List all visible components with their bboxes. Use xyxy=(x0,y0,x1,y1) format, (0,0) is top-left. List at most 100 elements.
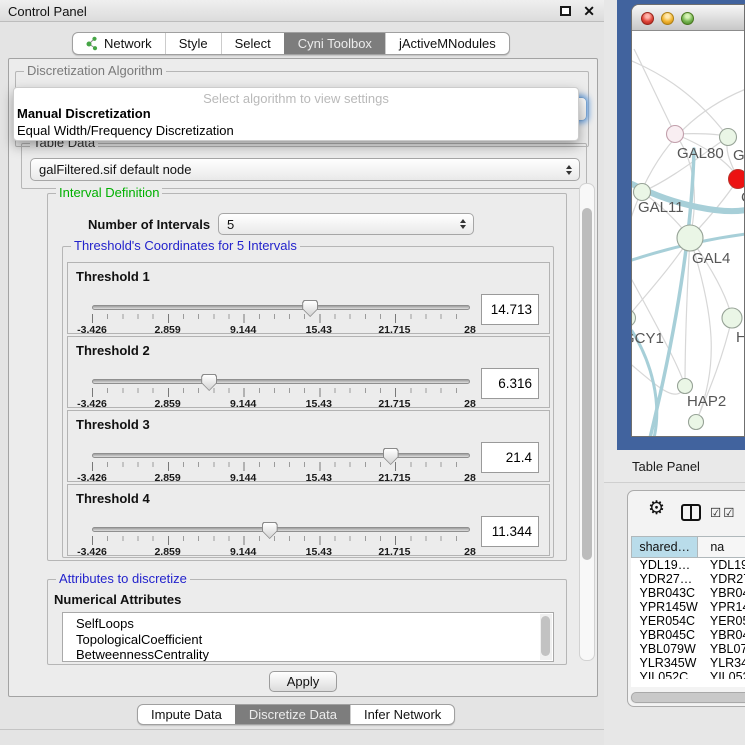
slider-track[interactable] xyxy=(92,379,470,384)
network-node[interactable] xyxy=(689,415,704,430)
table-row[interactable]: YDL19…YDL19… xyxy=(632,558,745,573)
svg-text:HAP2: HAP2 xyxy=(687,393,726,410)
table-panel-title: Table Panel xyxy=(632,459,700,474)
tab-discretize-data[interactable]: Discretize Data xyxy=(235,705,350,724)
number-of-intervals-value: 5 xyxy=(227,217,234,232)
slider-track[interactable] xyxy=(92,453,470,458)
algorithm-dropdown-popup: Select algorithm to view settings Manual… xyxy=(13,87,579,141)
numerical-attributes-list: SelfLoops TopologicalCoefficient Between… xyxy=(62,612,554,662)
cyni-mode-tabs: Impute Data Discretize Data Infer Networ… xyxy=(137,704,455,725)
close-traffic-light-icon[interactable] xyxy=(641,12,654,25)
app-root: Control Panel ✕ Network Style Select Cyn… xyxy=(0,0,745,745)
minimize-traffic-light-icon[interactable] xyxy=(661,12,674,25)
threshold-1-slider[interactable]: -3.426 2.859 9.144 15.43 21.715 28 xyxy=(92,301,470,333)
node-table-container: ⚙ ☑☑ shared… na YDL19…YDL19…YDR27…YDR27…… xyxy=(627,490,745,707)
float-window-icon[interactable] xyxy=(560,6,571,16)
tab-style[interactable]: Style xyxy=(165,33,221,54)
threshold-2-panel: Threshold 2 -3.426 2.859 9.144 15.43 21.… xyxy=(67,336,550,408)
control-panel-title: Control Panel xyxy=(8,4,87,19)
svg-text:H: H xyxy=(736,329,745,346)
svg-text:GAL4: GAL4 xyxy=(692,250,730,267)
table-header-row: shared… na xyxy=(632,537,745,558)
network-canvas[interactable]: GAL80 GA C GAL11 GAL4 GCY1 H HAP2 xyxy=(632,31,745,437)
gear-icon[interactable]: ⚙ xyxy=(648,498,665,520)
slider-scale: -3.426 2.859 9.144 15.43 21.715 28 xyxy=(92,472,470,484)
algorithm-option-equal-width[interactable]: Equal Width/Frequency Discretization xyxy=(14,123,578,140)
threshold-3-slider[interactable]: -3.426 2.859 9.144 15.43 21.715 28 xyxy=(92,449,470,481)
numerical-attributes-label: Numerical Attributes xyxy=(54,592,181,607)
tab-infer-network[interactable]: Infer Network xyxy=(350,705,454,724)
slider-ticks xyxy=(92,388,471,397)
tab-network[interactable]: Network xyxy=(73,33,165,54)
number-of-intervals-label: Number of Intervals xyxy=(88,217,210,232)
list-scrollbar[interactable] xyxy=(540,614,552,660)
apply-button[interactable]: Apply xyxy=(269,671,337,692)
slider-track[interactable] xyxy=(92,305,470,310)
thresholds-group: Threshold's Coordinates for 5 Intervals … xyxy=(62,246,554,558)
algorithm-option-manual[interactable]: Manual Discretization xyxy=(14,106,578,123)
network-node[interactable] xyxy=(677,225,703,251)
network-node[interactable] xyxy=(722,308,742,328)
threshold-3-value-field[interactable] xyxy=(481,442,539,473)
select-columns-icon[interactable]: ☑☑ xyxy=(710,505,736,520)
table-data-group: Table Data galFiltered.sif default node xyxy=(21,143,587,189)
slider-ticks xyxy=(92,462,471,471)
tab-jactivemnodules[interactable]: jActiveMNodules xyxy=(385,33,509,54)
threshold-1-panel: Threshold 1 -3.426 2.859 9.144 15.43 21.… xyxy=(67,262,550,334)
table-row[interactable]: YDR27…YDR27… xyxy=(632,572,745,586)
threshold-2-slider[interactable]: -3.426 2.859 9.144 15.43 21.715 28 xyxy=(92,375,470,407)
table-panel-header: Table Panel xyxy=(604,450,745,483)
list-item[interactable]: SelfLoops xyxy=(76,616,553,632)
network-node-selected[interactable] xyxy=(729,170,745,189)
threshold-4-value-field[interactable] xyxy=(481,516,539,547)
table-row[interactable]: YER054CYER054C xyxy=(632,614,745,628)
network-node[interactable] xyxy=(678,379,693,394)
svg-text:C: C xyxy=(741,189,745,206)
slider-scale: -3.426 2.859 9.144 15.43 21.715 28 xyxy=(92,324,470,336)
attributes-group: Attributes to discretize Numerical Attri… xyxy=(47,579,567,665)
tab-select[interactable]: Select xyxy=(221,33,284,54)
zoom-traffic-light-icon[interactable] xyxy=(681,12,694,25)
slider-scale: -3.426 2.859 9.144 15.43 21.715 28 xyxy=(92,398,470,410)
close-icon[interactable]: ✕ xyxy=(583,3,595,19)
control-panel-tabs: Network Style Select Cyni Toolbox jActiv… xyxy=(72,32,510,55)
table-row[interactable]: YBL079WYBL079W xyxy=(632,642,745,656)
table-data-select[interactable]: galFiltered.sif default node xyxy=(30,158,580,181)
column-header-shared-name[interactable]: shared… xyxy=(632,537,698,558)
scrollbar-thumb[interactable] xyxy=(631,692,745,703)
svg-text:GAL80: GAL80 xyxy=(677,145,724,162)
threshold-2-value-field[interactable] xyxy=(481,368,539,399)
table-row[interactable]: YBR043CYBR043C xyxy=(632,586,745,600)
number-of-intervals-select[interactable]: 5 xyxy=(218,213,474,235)
scrollbar-thumb[interactable] xyxy=(582,208,592,560)
control-panel-window: Control Panel ✕ Network Style Select Cyn… xyxy=(0,0,604,745)
column-header-name[interactable]: na xyxy=(698,537,745,558)
svg-text:GA: GA xyxy=(733,147,745,164)
network-node[interactable] xyxy=(632,310,636,327)
slider-track[interactable] xyxy=(92,527,470,532)
table-row[interactable]: YPR145WYPR145W xyxy=(632,600,745,614)
threshold-1-value-field[interactable] xyxy=(481,294,539,325)
cyni-toolbox-panel: Discretization Algorithm Select algorith… xyxy=(8,58,598,697)
network-node[interactable] xyxy=(667,126,684,143)
split-columns-icon[interactable] xyxy=(681,504,701,521)
control-panel-titlebar: Control Panel ✕ xyxy=(0,0,604,22)
network-node[interactable] xyxy=(720,129,737,146)
tab-impute-data[interactable]: Impute Data xyxy=(138,705,235,724)
panel-vertical-scrollbar[interactable] xyxy=(579,183,595,661)
network-node[interactable] xyxy=(634,184,651,201)
tab-cyni-toolbox[interactable]: Cyni Toolbox xyxy=(284,33,385,54)
algorithm-popup-hint: Select algorithm to view settings xyxy=(14,88,578,106)
table-horizontal-scrollbar[interactable] xyxy=(630,692,745,704)
threshold-4-slider[interactable]: -3.426 2.859 9.144 15.43 21.715 28 xyxy=(92,523,470,555)
node-table-body: YDL19…YDL19…YDR27…YDR27…YBR043CYBR043CYP… xyxy=(632,558,745,680)
right-region: GAL80 GA C GAL11 GAL4 GCY1 H HAP2 Table … xyxy=(604,0,745,745)
table-row[interactable]: YLR345WYLR345W xyxy=(632,656,745,670)
table-panel-body: ⚙ ☑☑ shared… na YDL19…YDL19…YDR27…YDR27…… xyxy=(604,483,745,745)
list-item[interactable]: TopologicalCoefficient xyxy=(76,632,553,648)
list-item[interactable]: BetweennessCentrality xyxy=(76,647,553,662)
table-row[interactable]: YBR045CYBR045C xyxy=(632,628,745,642)
stepper-arrows-icon xyxy=(460,219,466,229)
table-row[interactable]: YIL052CYIL052C xyxy=(632,670,745,679)
network-icon xyxy=(86,36,99,51)
